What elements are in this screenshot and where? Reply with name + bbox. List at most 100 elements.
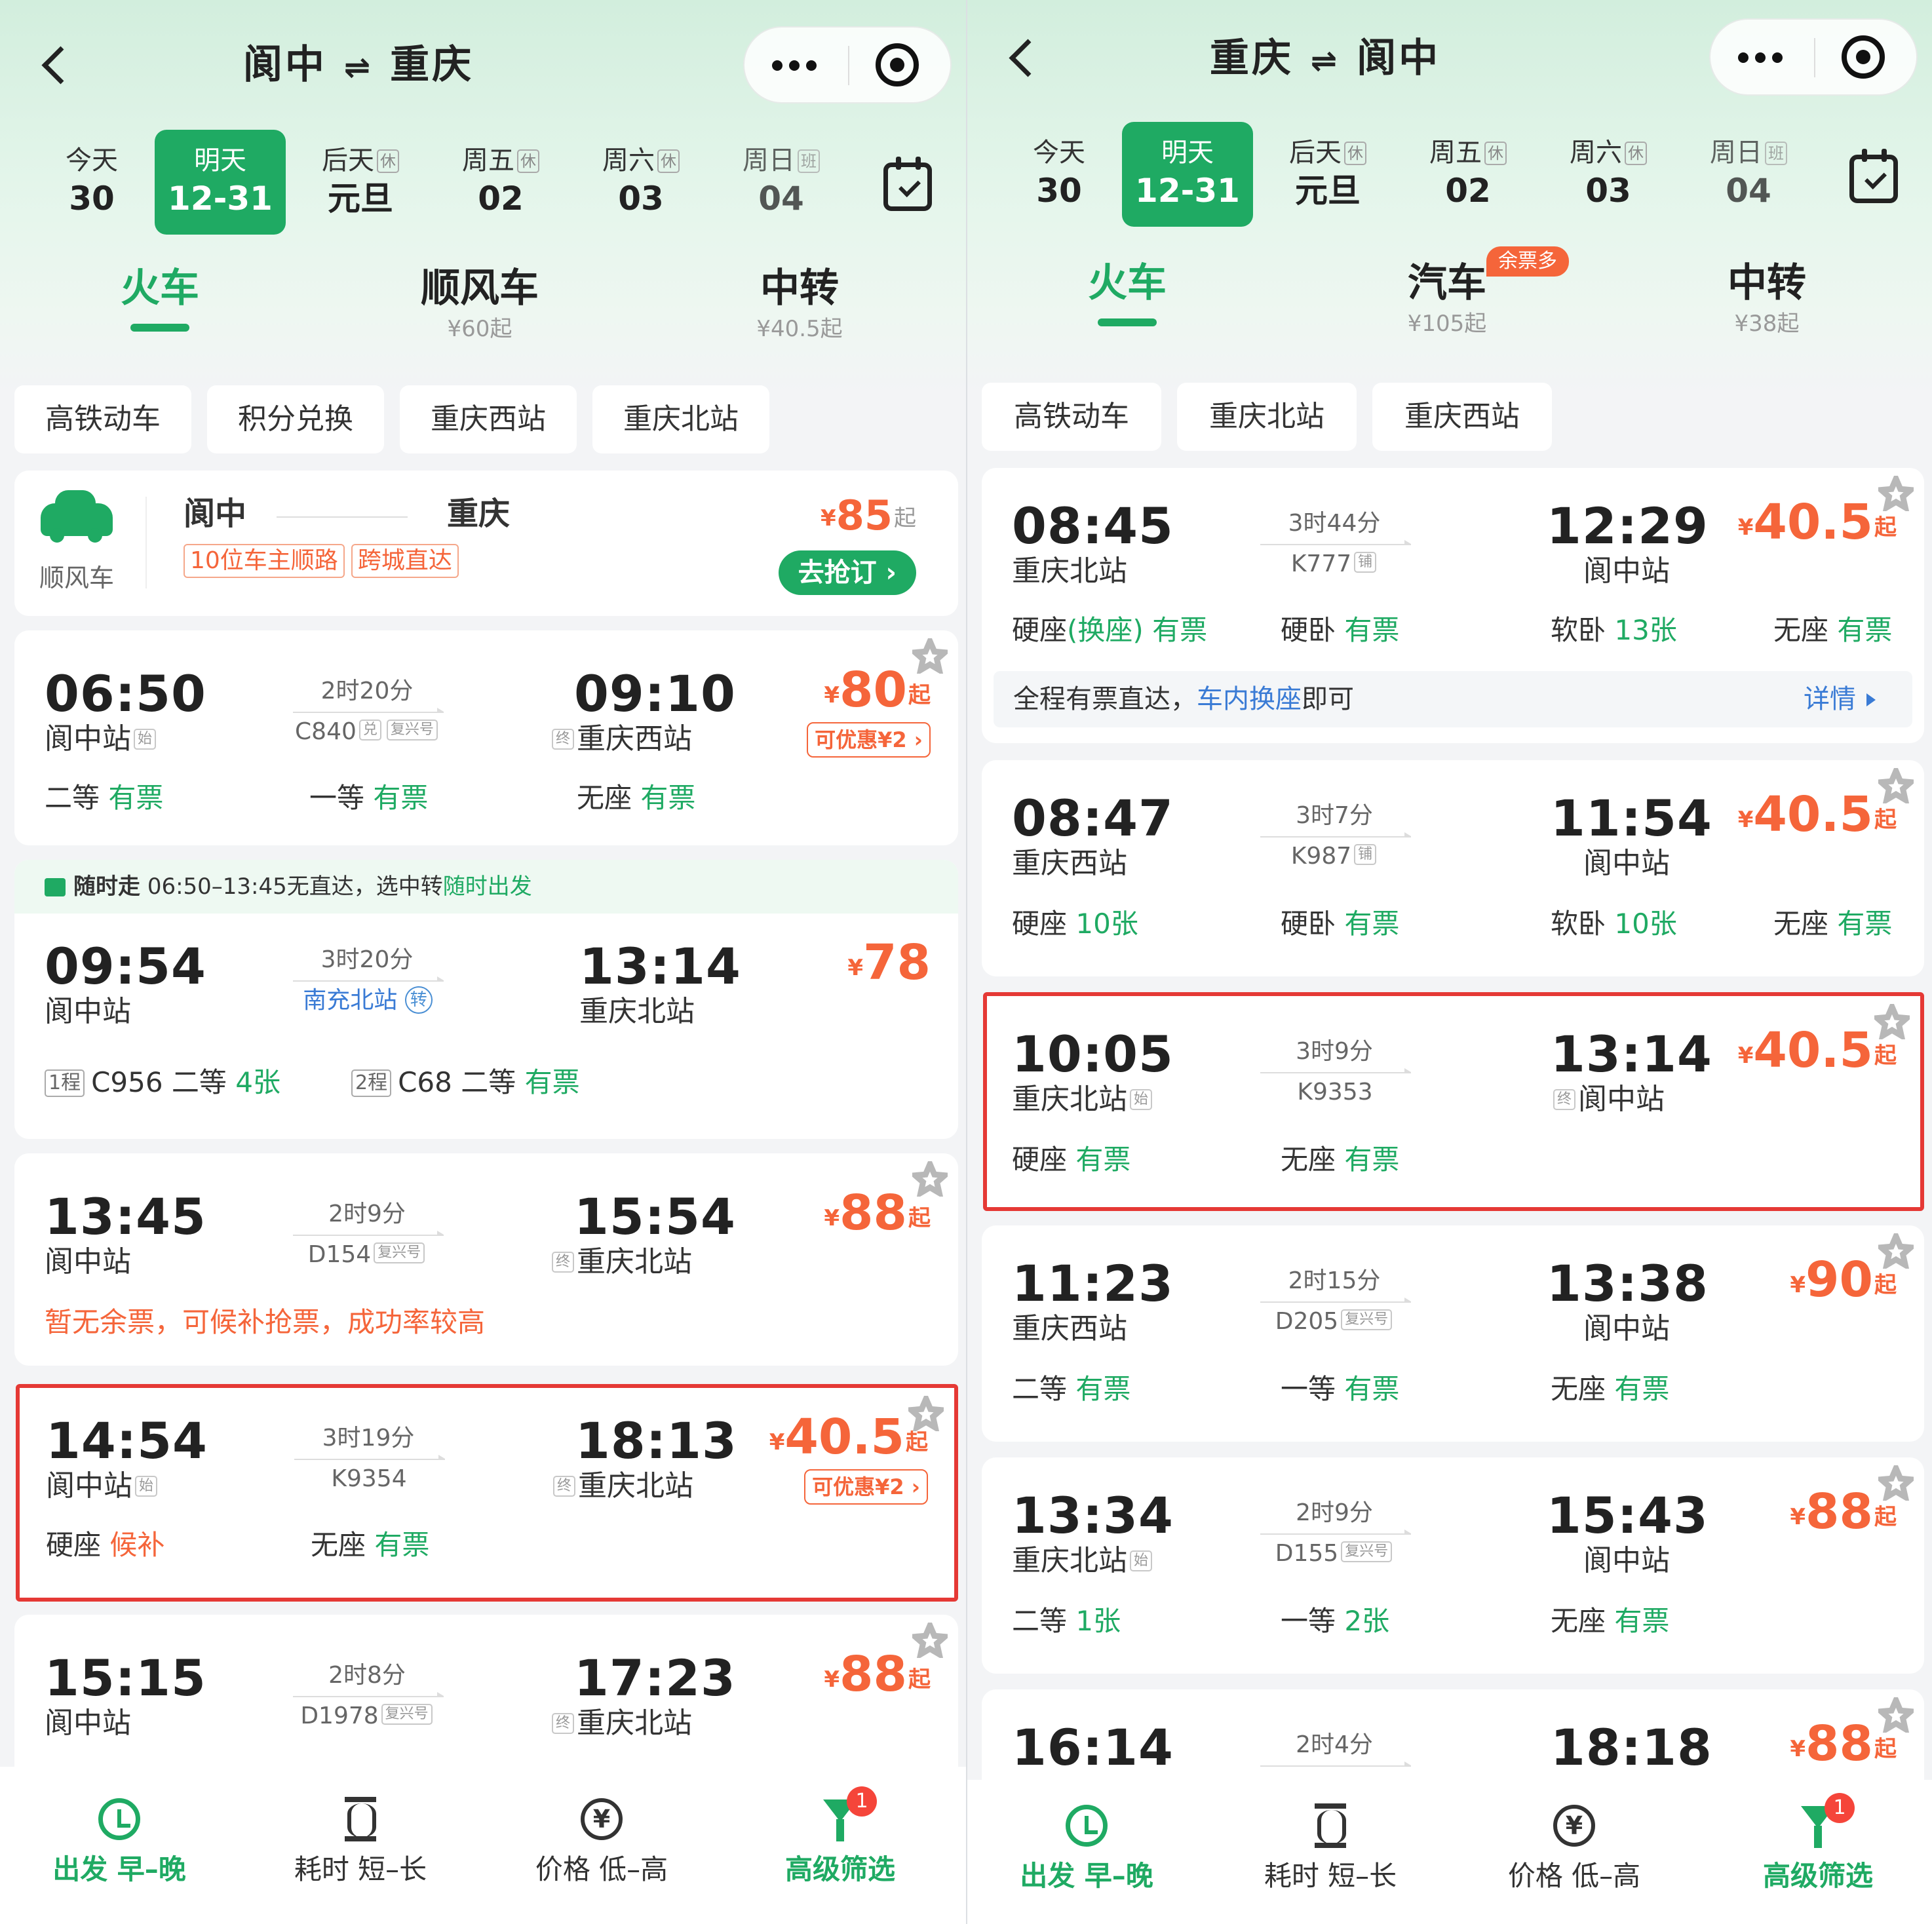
filter-count-badge: 1: [1825, 1793, 1855, 1823]
date-item[interactable]: 周日班 04: [716, 130, 847, 235]
train-number: K777 铺: [1246, 549, 1423, 579]
calendar-icon[interactable]: [883, 157, 932, 211]
duration-line: [293, 1692, 444, 1697]
chip-points[interactable]: 积分兑换: [207, 385, 384, 453]
detail-link[interactable]: 详情: [1804, 671, 1876, 727]
arrival-station: 终重庆西站: [549, 721, 692, 758]
leg-info: 1程 C956 二等 4张: [45, 1064, 280, 1101]
price: ¥40.5起: [769, 1409, 928, 1465]
arrival-time: 13:14: [579, 937, 741, 995]
sort-price[interactable]: ¥ 价格 低–高: [1476, 1799, 1672, 1894]
seat-info: 硬座 候补: [46, 1529, 165, 1561]
price: ¥40.5起: [1737, 494, 1897, 550]
date-item[interactable]: 周五休 02: [435, 130, 566, 235]
ride-price: ¥85起: [821, 491, 916, 539]
more-icon[interactable]: [1710, 20, 1814, 94]
train-card[interactable]: 13:34 重庆北站始 2时9分 D155 复兴号 15:43 阆中站 ¥88起 …: [982, 1457, 1924, 1674]
arrival-time: 18:18: [1551, 1718, 1712, 1777]
calendar-icon[interactable]: [1849, 149, 1898, 203]
date-item[interactable]: 后天休元旦: [1262, 122, 1393, 227]
duration: 2时20分: [320, 678, 414, 704]
arrival-time: 15:54: [574, 1187, 736, 1246]
more-icon[interactable]: [744, 28, 848, 102]
date-item-selected[interactable]: 明天 12-31: [155, 130, 286, 235]
filter-count-badge: 1: [847, 1786, 877, 1817]
train-card[interactable]: 08:45 重庆北站 3时44分 K777 铺 12:29 阆中站 ¥40.5起 …: [982, 468, 1924, 743]
date-weekday: 周六: [602, 145, 655, 176]
date-weekday: 今天: [66, 145, 118, 176]
grab-order-button[interactable]: 去抢订 ›: [778, 550, 916, 595]
tab-bus[interactable]: 汽车 ¥105起 余票多: [1303, 246, 1591, 338]
sort-duration[interactable]: 耗时 短–长: [262, 1793, 459, 1887]
date-item-selected[interactable]: 明天 12-31: [1122, 122, 1253, 227]
sort-bar: 出发 早–晚 耗时 短–长 ¥ 价格 低–高 1 高级筛选: [967, 1780, 1932, 1924]
badge-drivers: 10位车主顺路: [184, 544, 345, 578]
swap-icon[interactable]: ⇌: [1311, 43, 1340, 79]
date-item[interactable]: 今天 30: [994, 122, 1125, 227]
arrival-time: 17:23: [574, 1649, 736, 1707]
date-day: 04: [758, 180, 804, 218]
date-day: 30: [69, 180, 115, 218]
rideshare-card[interactable]: 顺风车 阆中 重庆 10位车主顺路 跨城直达 ¥85起 去抢订 ›: [14, 471, 958, 616]
sort-departure[interactable]: 出发 早–晚: [988, 1799, 1185, 1894]
discount-badge[interactable]: 可优惠¥2 ›: [807, 722, 931, 758]
train-card-highlighted[interactable]: 10:05 重庆北站始 3时9分 K9353 13:14 终阆中站 ¥40.5起…: [983, 992, 1924, 1211]
date-weekday: 周日: [743, 145, 795, 176]
tab-rideshare[interactable]: 顺风车 ¥60起: [336, 262, 624, 343]
date-item[interactable]: 后天休元旦: [295, 130, 426, 235]
train-card[interactable]: 08:47 重庆西站 3时7分 K987 铺 11:54 阆中站 ¥40.5起 硬…: [982, 760, 1924, 976]
discount-badge[interactable]: 可优惠¥2 ›: [804, 1469, 928, 1505]
leg-info: 2程 C68 二等 有票: [351, 1064, 580, 1101]
rideshare-left: 顺风车: [14, 471, 152, 615]
sort-price[interactable]: ¥ 价格 低–高: [503, 1793, 700, 1887]
date-item[interactable]: 周日班 04: [1683, 122, 1814, 227]
chip-station[interactable]: 重庆北站: [592, 385, 769, 453]
advanced-filter[interactable]: 1 高级筛选: [1720, 1793, 1916, 1894]
train-card[interactable]: 06:50 阆中站始 2时20分 C840 兑复兴号 09:10 终重庆西站 ¥8…: [14, 630, 958, 845]
chip-station[interactable]: 重庆西站: [1372, 383, 1552, 451]
tab-transfer[interactable]: 中转 ¥38起: [1623, 257, 1911, 338]
date-weekday: 明天: [194, 145, 246, 176]
chip-high-speed[interactable]: 高铁动车: [982, 383, 1161, 451]
seat-info: 二等 有票: [1012, 1373, 1131, 1405]
transport-tabs: 火车 顺风车 ¥60起 中转 ¥40.5起: [0, 262, 966, 360]
close-icon[interactable]: [876, 43, 919, 87]
arrival-time: 12:29: [1547, 497, 1709, 555]
chip-high-speed[interactable]: 高铁动车: [14, 385, 191, 453]
transfer-card[interactable]: 随时走 06:50–13:45无直达，选中转随时出发 09:54 阆中站 3时2…: [14, 860, 958, 1139]
date-item[interactable]: 周五休 02: [1402, 122, 1534, 227]
departure-station: 阆中站: [45, 1706, 131, 1740]
duration: 2时8分: [328, 1662, 406, 1689]
divider: [145, 497, 147, 588]
duration: 2时9分: [328, 1201, 406, 1227]
anytime-link[interactable]: 随时出发: [443, 874, 532, 900]
tab-train[interactable]: 火车: [16, 262, 304, 332]
date-item[interactable]: 今天 30: [26, 130, 157, 235]
sort-departure[interactable]: 出发 早–晚: [21, 1793, 218, 1887]
yen-icon: ¥: [1553, 1805, 1595, 1847]
train-card-highlighted[interactable]: 14:54 阆中站始 3时19分 K9354 18:13 终重庆北站 ¥40.5…: [16, 1384, 958, 1602]
sort-duration[interactable]: 耗时 短–长: [1232, 1799, 1429, 1894]
arrival-time: 18:13: [575, 1412, 737, 1470]
departure-station: 重庆北站始: [1012, 1543, 1155, 1579]
departure-station: 重庆北站始: [1012, 1081, 1155, 1118]
tab-price: ¥60起: [447, 316, 512, 342]
date-item[interactable]: 周六休 03: [575, 130, 706, 235]
train-card[interactable]: 13:45 阆中站 2时9分 D154 复兴号 15:54 终重庆北站 ¥88起 …: [14, 1153, 958, 1366]
departure-time: 09:54: [45, 937, 206, 995]
tab-train[interactable]: 火车: [983, 257, 1271, 326]
train-number: D205 复兴号: [1246, 1307, 1423, 1337]
duration-line: [293, 1231, 444, 1236]
swap-icon[interactable]: ⇌: [344, 49, 373, 86]
train-card[interactable]: 11:23 重庆西站 2时15分 D205 复兴号 13:38 阆中站 ¥90起 …: [982, 1225, 1924, 1442]
chip-station[interactable]: 重庆北站: [1177, 383, 1357, 451]
seat-change-tip[interactable]: 全程有票直达，车内换座即可 详情: [994, 671, 1912, 727]
date-day: 元旦: [328, 180, 393, 218]
date-item[interactable]: 周六休 03: [1543, 122, 1674, 227]
price: ¥40.5起: [1737, 786, 1897, 843]
chip-station[interactable]: 重庆西站: [400, 385, 577, 453]
close-icon[interactable]: [1842, 35, 1885, 79]
date-day: 02: [478, 180, 524, 218]
advanced-filter[interactable]: 1 高级筛选: [742, 1786, 938, 1887]
tab-transfer[interactable]: 中转 ¥40.5起: [655, 262, 944, 343]
